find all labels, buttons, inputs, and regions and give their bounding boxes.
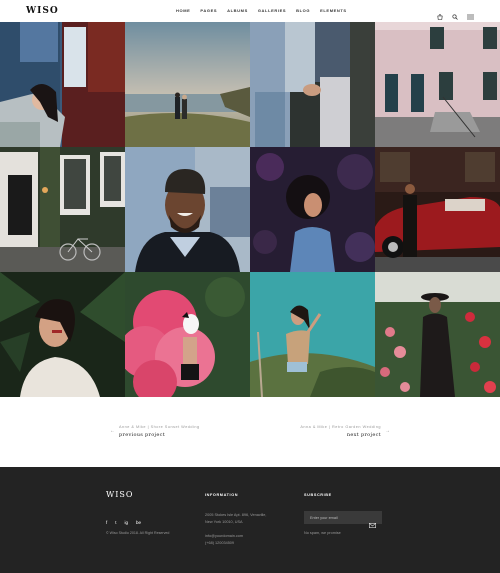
- information-heading: INFORMATION: [205, 493, 239, 497]
- next-project-label[interactable]: next project: [300, 432, 381, 438]
- main-nav: HOME PAGES ALBUMS GALLERIES BLOG ELEMENT…: [176, 8, 347, 13]
- instagram-icon[interactable]: ig: [125, 520, 129, 525]
- subscribe-heading: SUBSCRIBE: [304, 493, 332, 497]
- nav-blog[interactable]: BLOG: [296, 8, 310, 13]
- previous-project-label[interactable]: previous project: [119, 432, 200, 438]
- envelope-icon[interactable]: [369, 515, 377, 533]
- project-gallery: [0, 22, 500, 397]
- nav-albums[interactable]: ALBUMS: [227, 8, 248, 13]
- email-subscribe-input[interactable]: Enter your email: [304, 511, 382, 528]
- facebook-icon[interactable]: f: [106, 520, 107, 525]
- house-with-bicycle-photo[interactable]: [0, 147, 125, 272]
- man-with-red-car-photo[interactable]: [375, 147, 500, 272]
- couple-holding-hands-photo[interactable]: [250, 22, 375, 147]
- woman-in-flowers-photo[interactable]: [250, 147, 375, 272]
- smiling-man-beanie-photo[interactable]: [125, 147, 250, 272]
- next-project-link[interactable]: → Anna & Mike | Retro Garden Wedding nex…: [300, 425, 390, 438]
- next-project-title: Anna & Mike | Retro Garden Wedding: [300, 425, 381, 429]
- pink-building-photo[interactable]: [375, 22, 500, 147]
- arrow-left-icon: ←: [110, 428, 115, 434]
- woman-with-palms-photo[interactable]: [0, 272, 125, 397]
- couple-on-beach-photo[interactable]: [125, 22, 250, 147]
- arrow-right-icon: →: [385, 428, 390, 434]
- nav-elements[interactable]: ELEMENTS: [320, 8, 347, 13]
- address-line-2: New York 10010, USA: [205, 519, 243, 524]
- previous-project-title: Anne & Mike | Shore Sunset Wedding: [119, 425, 200, 429]
- project-navigation: ← Anne & Mike | Shore Sunset Wedding pre…: [0, 397, 500, 467]
- footer-logo[interactable]: WISO: [106, 490, 133, 499]
- contact-block: info@yourdomain.com (+68) 120034509: [205, 533, 243, 546]
- nav-pages[interactable]: PAGES: [200, 8, 217, 13]
- spam-note: No spam, we promise: [304, 531, 341, 535]
- contact-phone: (+68) 120034509: [205, 540, 235, 545]
- woman-in-roses-photo[interactable]: [375, 272, 500, 397]
- previous-project-link[interactable]: ← Anne & Mike | Shore Sunset Wedding pre…: [110, 425, 200, 438]
- address-block: 2005 Stokes Isle Apt. 896, Venaville, Ne…: [205, 512, 266, 525]
- address-line-1: 2005 Stokes Isle Apt. 896, Venaville,: [205, 513, 267, 517]
- site-header: WISO HOME PAGES ALBUMS GALLERIES BLOG EL…: [0, 0, 500, 22]
- site-footer: WISO f t ig be © Wiso Studio 2018. All R…: [0, 467, 500, 573]
- behance-icon[interactable]: be: [136, 520, 141, 525]
- nav-home[interactable]: HOME: [176, 8, 190, 13]
- nav-galleries[interactable]: GALLERIES: [258, 8, 286, 13]
- site-logo[interactable]: WISO: [26, 6, 59, 16]
- woman-on-hill-photo[interactable]: [250, 272, 375, 397]
- copyright-text: © Wiso Studio 2018. All Right Reserved: [106, 531, 170, 535]
- woman-by-window-photo[interactable]: [0, 22, 125, 147]
- social-links: f t ig be: [106, 520, 141, 525]
- email-placeholder: Enter your email: [310, 515, 338, 520]
- pink-smoke-photo[interactable]: [125, 272, 250, 397]
- contact-email[interactable]: info@yourdomain.com: [205, 533, 243, 540]
- twitter-icon[interactable]: t: [115, 520, 116, 525]
